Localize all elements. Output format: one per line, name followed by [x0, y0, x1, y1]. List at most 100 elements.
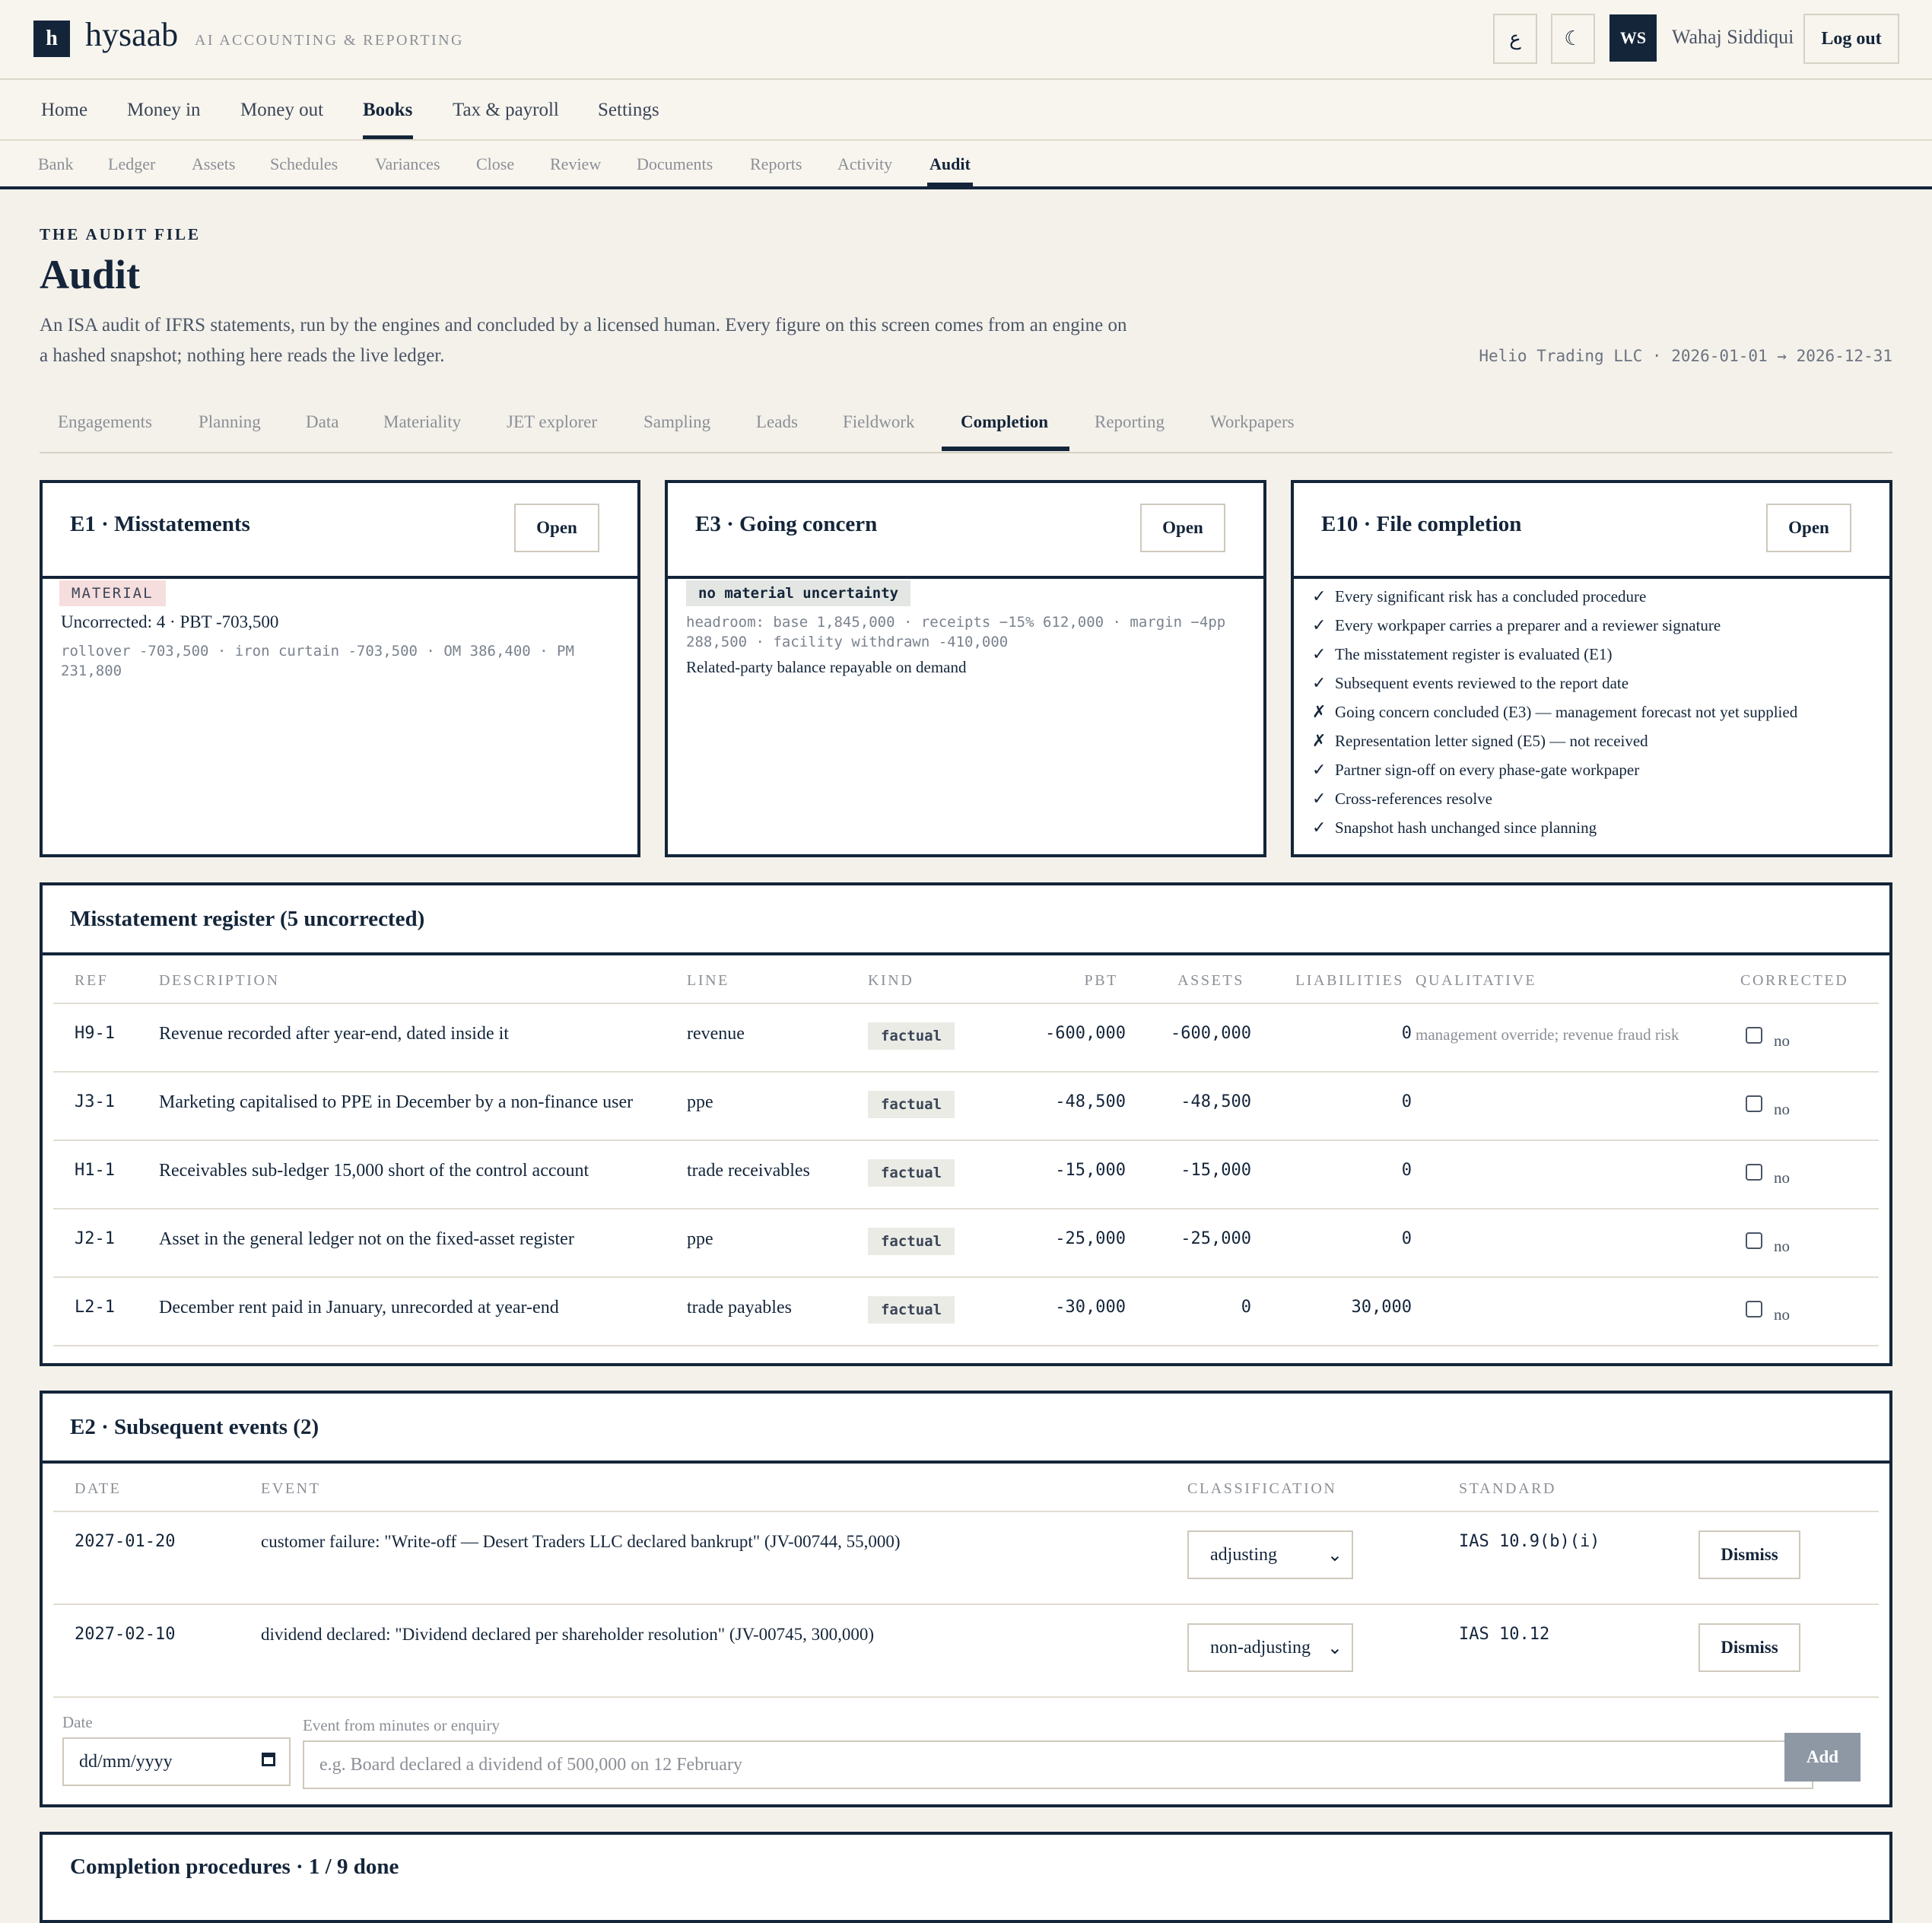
classification-select[interactable]: non-adjusting ⌄: [1187, 1623, 1353, 1672]
sub-nav-audit[interactable]: Audit: [929, 154, 971, 174]
tab-jet-explorer[interactable]: JET explorer: [507, 412, 597, 432]
card-header: E10 · File completion Open: [1294, 483, 1889, 579]
corrected-label: no: [1774, 1237, 1790, 1255]
ref-cell: H1-1: [75, 1161, 115, 1180]
main-nav-home[interactable]: Home: [41, 100, 87, 121]
page-description: An ISA audit of IFRS statements, run by …: [40, 315, 1127, 366]
open-going-concern-button[interactable]: Open: [1140, 504, 1225, 552]
corrected-checkbox[interactable]: [1746, 1301, 1762, 1317]
list-item: ✓ Every workpaper carries a preparer and …: [1312, 611, 1797, 640]
corrected-checkbox[interactable]: [1746, 1164, 1762, 1181]
description-cell: Receivables sub-ledger 15,000 short of t…: [159, 1161, 589, 1181]
event-date: 2027-02-10: [75, 1625, 176, 1644]
sub-nav-activity[interactable]: Activity: [837, 154, 892, 174]
subsequent-events-panel: E2 · Subsequent events (2) DATE EVENT CL…: [40, 1391, 1892, 1807]
misstatement-register: Misstatement register (5 uncorrected) RE…: [40, 882, 1892, 1366]
divider: [53, 1208, 1879, 1209]
kind-badge: factual: [868, 1228, 955, 1255]
cross-icon: ✗: [1312, 731, 1327, 750]
column-header: DESCRIPTION: [159, 972, 280, 989]
sub-nav-active-indicator: [927, 183, 973, 186]
liabilities-cell: 0: [1401, 1024, 1412, 1043]
tab-planning[interactable]: Planning: [199, 412, 261, 432]
date-field[interactable]: dd/mm/yyyy: [62, 1737, 291, 1786]
check-icon: ✓: [1312, 818, 1327, 837]
list-item: ✗ Going concern concluded (E3) — manageme…: [1312, 698, 1797, 726]
line-cell: ppe: [687, 1229, 713, 1249]
avatar[interactable]: WS: [1609, 14, 1657, 62]
assets-cell: 0: [1241, 1298, 1251, 1317]
sub-nav-schedules[interactable]: Schedules: [270, 154, 338, 174]
sub-nav-variances[interactable]: Variances: [375, 154, 440, 174]
main-nav-money-out[interactable]: Money out: [240, 100, 323, 121]
date-field-label: Date: [62, 1713, 93, 1731]
panel-title: Completion procedures · 1 / 9 done: [70, 1855, 399, 1879]
corrected-label: no: [1774, 1168, 1790, 1187]
tab-leads[interactable]: Leads: [756, 412, 798, 432]
panel-header: Misstatement register (5 uncorrected): [43, 885, 1889, 955]
card-header: E1 · Misstatements Open: [43, 483, 637, 579]
sub-nav-review[interactable]: Review: [550, 154, 601, 174]
column-header: PBT: [1084, 972, 1118, 989]
sub-nav-ledger[interactable]: Ledger: [108, 154, 155, 174]
card-title: E1 · Misstatements: [70, 512, 250, 536]
column-header: LIABILITIES: [1295, 972, 1404, 989]
liabilities-cell: 0: [1401, 1092, 1412, 1111]
checklist-text: The misstatement register is evaluated (…: [1335, 644, 1613, 663]
sub-nav-assets[interactable]: Assets: [192, 154, 235, 174]
brand-name[interactable]: hysaab: [85, 15, 178, 54]
corrected-checkbox[interactable]: [1746, 1095, 1762, 1112]
main-nav-books[interactable]: Books: [363, 100, 412, 121]
main-nav-money-in[interactable]: Money in: [127, 100, 201, 121]
calendar-icon: [262, 1753, 275, 1766]
completion-checklist: ✓ Every significant risk has a concluded …: [1312, 582, 1797, 842]
tab-reporting[interactable]: Reporting: [1095, 412, 1165, 432]
tab-completion[interactable]: Completion: [961, 412, 1048, 432]
classification-select[interactable]: adjusting ⌄: [1187, 1530, 1353, 1579]
card-file-completion: E10 · File completion Open ✓ Every signif…: [1291, 480, 1892, 857]
status-badge: no material uncertainty: [686, 580, 911, 606]
classification-value: adjusting: [1210, 1544, 1277, 1565]
sub-nav-reports[interactable]: Reports: [750, 154, 802, 174]
divider: [53, 1604, 1879, 1605]
tab-sampling[interactable]: Sampling: [643, 412, 710, 432]
check-icon: ✓: [1312, 586, 1327, 606]
add-event-button[interactable]: Add: [1784, 1733, 1861, 1782]
card-going-concern: E3 · Going concern Open no material unce…: [665, 480, 1266, 857]
main-nav-settings[interactable]: Settings: [598, 100, 659, 121]
main-nav-tax-payroll[interactable]: Tax & payroll: [453, 100, 559, 121]
event-input[interactable]: e.g. Board declared a dividend of 500,00…: [303, 1740, 1813, 1789]
liabilities-cell: 30,000: [1351, 1298, 1412, 1317]
dismiss-button[interactable]: Dismiss: [1698, 1530, 1800, 1579]
list-item: ✓ Every significant risk has a concluded …: [1312, 582, 1797, 611]
tab-fieldwork[interactable]: Fieldwork: [843, 412, 915, 432]
list-item: ✓ The misstatement register is evaluated …: [1312, 640, 1797, 669]
theme-toggle-button[interactable]: ☾: [1551, 14, 1595, 64]
corrected-checkbox[interactable]: [1746, 1027, 1762, 1044]
list-item: ✓ Cross-references resolve: [1312, 784, 1797, 813]
pbt-cell: -15,000: [1055, 1161, 1126, 1180]
sub-nav-close[interactable]: Close: [476, 154, 514, 174]
corrected-label: no: [1774, 1100, 1790, 1118]
sub-nav-documents[interactable]: Documents: [637, 154, 713, 174]
sub-nav-bank[interactable]: Bank: [38, 154, 73, 174]
tab-materiality[interactable]: Materiality: [383, 412, 461, 432]
check-icon: ✓: [1312, 644, 1327, 663]
corrected-checkbox[interactable]: [1746, 1232, 1762, 1249]
open-file-completion-button[interactable]: Open: [1766, 504, 1851, 552]
tab-engagements[interactable]: Engagements: [58, 412, 152, 432]
logo-mark[interactable]: h: [33, 21, 70, 57]
tab-data[interactable]: Data: [306, 412, 338, 432]
open-misstatements-button[interactable]: Open: [514, 504, 599, 552]
divider: [53, 1345, 1879, 1346]
tab-workpapers[interactable]: Workpapers: [1210, 412, 1295, 432]
divider: [53, 1003, 1879, 1004]
language-toggle-button[interactable]: ع: [1493, 14, 1537, 64]
uncorrected-summary: Uncorrected: 4 · PBT -703,500: [61, 612, 279, 631]
logout-button[interactable]: Log out: [1803, 14, 1899, 64]
dismiss-button[interactable]: Dismiss: [1698, 1623, 1800, 1672]
ref-cell: J2-1: [75, 1229, 115, 1248]
line-cell: revenue: [687, 1024, 745, 1044]
column-header: STANDARD: [1459, 1480, 1557, 1497]
divider: [53, 1071, 1879, 1073]
